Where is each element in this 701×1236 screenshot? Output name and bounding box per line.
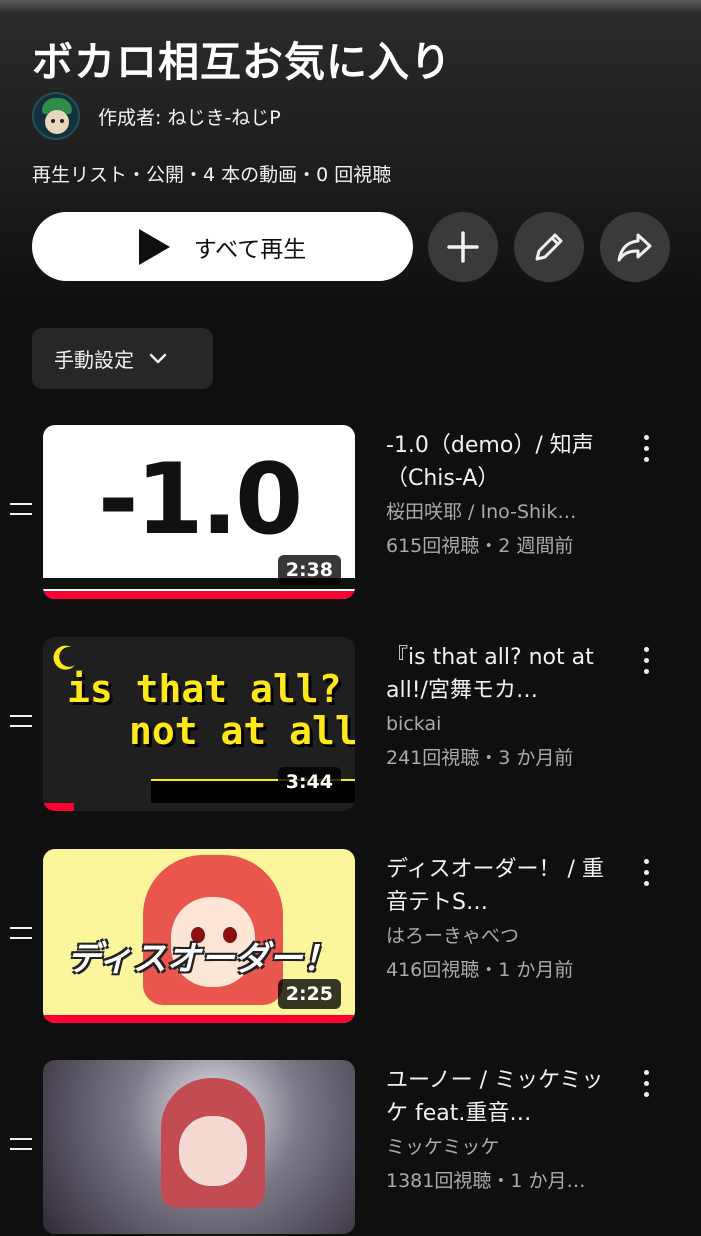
video-title[interactable]: 『is that all? not at all!/宮舞モカ… [386, 641, 610, 707]
add-button[interactable] [428, 212, 498, 282]
thumbnail-text-line2: not at all! [129, 709, 355, 753]
playlist-item[interactable]: ディスオーダー！ 2:25 ディスオーダー！ / 重音テトS… はろーきゃべつ … [0, 849, 701, 1025]
playlist-title: ボカロ相互お気に入り [32, 38, 452, 86]
share-icon [617, 233, 652, 262]
play-icon [138, 228, 170, 265]
watch-progress [43, 591, 355, 599]
thumbnail-text: -1.0 [97, 443, 303, 557]
video-thumbnail[interactable]: is that all? not at all! 3:44 [43, 637, 355, 811]
more-vert-icon[interactable] [634, 859, 658, 889]
chevron-down-icon [149, 353, 167, 363]
drag-handle-icon[interactable] [10, 715, 32, 729]
drag-handle-icon[interactable] [10, 1138, 32, 1152]
play-all-button[interactable]: すべて再生 [32, 212, 413, 281]
thumbnail-text-line1: is that all? [67, 667, 342, 711]
thumbnail-text: ディスオーダー！ [67, 939, 337, 979]
play-all-label: すべて再生 [193, 236, 307, 263]
duration-badge: 3:44 [277, 767, 341, 797]
playlist-item[interactable]: is that all? not at all! 3:44 『is that a… [0, 637, 701, 813]
duration-badge: 2:25 [277, 979, 341, 1009]
duration-badge: 2:38 [277, 555, 341, 585]
playlist-item[interactable]: -1.0 2:38 -1.0（demo）/ 知声（Chis-A） 桜田咲耶 / … [0, 425, 701, 601]
video-channel: 桜田咲耶 / Ino-Shik… [386, 501, 577, 523]
more-vert-icon[interactable] [634, 647, 658, 677]
video-channel: ミッケミッケ [386, 1136, 500, 1158]
sort-dropdown[interactable]: 手動設定 [32, 328, 213, 389]
status-bar [0, 0, 701, 14]
plus-icon [447, 231, 479, 263]
pencil-icon [535, 233, 563, 261]
video-thumbnail[interactable]: ディスオーダー！ 2:25 [43, 849, 355, 1023]
share-button[interactable] [600, 212, 670, 282]
video-channel: bickai [386, 713, 442, 735]
more-vert-icon[interactable] [634, 1070, 658, 1100]
more-vert-icon[interactable] [634, 435, 658, 465]
video-stats: 615回視聴・2 週間前 [386, 535, 574, 557]
video-title[interactable]: -1.0（demo）/ 知声（Chis-A） [386, 429, 610, 495]
creator-name[interactable]: 作成者: ねじき-ねじP [98, 103, 281, 130]
watch-progress [43, 803, 75, 811]
video-title[interactable]: ディスオーダー！ / 重音テトS… [386, 853, 610, 919]
video-stats: 241回視聴・3 か月前 [386, 747, 574, 769]
video-channel: はろーきゃべつ [386, 925, 520, 947]
video-thumbnail[interactable] [43, 1060, 355, 1234]
video-stats: 1381回視聴・1 か月… [386, 1170, 586, 1192]
playlist-item[interactable]: ユーノー / ミッケミッケ feat.重音… ミッケミッケ 1381回視聴・1 … [0, 1060, 701, 1236]
video-stats: 416回視聴・1 か月前 [386, 959, 574, 981]
drag-handle-icon[interactable] [10, 503, 32, 517]
creator-row[interactable]: 作成者: ねじき-ねじP [32, 92, 281, 140]
avatar[interactable] [32, 92, 80, 140]
drag-handle-icon[interactable] [10, 927, 32, 941]
video-title[interactable]: ユーノー / ミッケミッケ feat.重音… [386, 1064, 610, 1130]
watch-progress [43, 1015, 355, 1023]
video-thumbnail[interactable]: -1.0 2:38 [43, 425, 355, 599]
edit-button[interactable] [514, 212, 584, 282]
playlist-meta: 再生リスト・公開・4 本の動画・0 回視聴 [32, 164, 392, 186]
sort-label: 手動設定 [54, 348, 134, 372]
